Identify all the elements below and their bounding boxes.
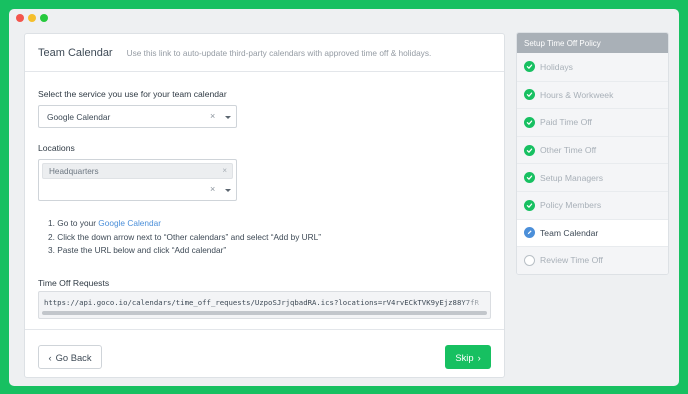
go-back-label: Go Back (55, 351, 92, 363)
card-header: Team Calendar Use this link to auto-upda… (25, 34, 504, 72)
card-title: Team Calendar (38, 46, 113, 59)
sidebar-item-holidays[interactable]: Holidays (517, 53, 668, 81)
calendar-url-text[interactable]: https://api.goco.io/calendars/time_off_r… (44, 298, 479, 307)
sidebar-item-setup-managers[interactable]: Setup Managers (517, 163, 668, 191)
close-window-button[interactable] (16, 14, 24, 22)
sidebar-item-policy-members[interactable]: Policy Members (517, 190, 668, 219)
check-circle-icon (524, 199, 535, 211)
app-window: Team Calendar Use this link to auto-upda… (9, 9, 679, 386)
sidebar-item-review-time-off[interactable]: Review Time Off (517, 246, 668, 274)
check-circle-icon (524, 89, 535, 101)
location-tag-label: Headquarters (49, 167, 99, 176)
setup-steps-sidebar: Setup Time Off Policy Holidays Hours & Wo… (516, 32, 669, 275)
url-fade (460, 292, 490, 310)
locations-clear-icon[interactable]: × (210, 185, 215, 194)
service-select[interactable]: Google Calendar × (38, 105, 237, 128)
sidebar-item-team-calendar[interactable]: Team Calendar (517, 218, 668, 247)
empty-circle-icon (524, 254, 535, 266)
instruction-step: 3. Paste the URL below and click “Add ca… (48, 245, 227, 255)
sidebar-item-paid-time-off[interactable]: Paid Time Off (517, 108, 668, 136)
chevron-left-icon: ‹ (48, 351, 52, 363)
locations-label: Locations (38, 143, 75, 153)
sidebar-item-label: Policy Members (540, 200, 602, 211)
chevron-down-icon[interactable] (225, 189, 231, 192)
remove-tag-icon[interactable]: × (222, 166, 227, 175)
service-label: Select the service you use for your team… (38, 89, 227, 99)
sidebar-header: Setup Time Off Policy (517, 33, 668, 53)
card-subtitle: Use this link to auto-update third-party… (126, 47, 432, 58)
pencil-icon (524, 227, 535, 239)
skip-label: Skip (455, 351, 474, 363)
team-calendar-card: Team Calendar Use this link to auto-upda… (24, 33, 505, 378)
sidebar-item-label: Review Time Off (540, 255, 603, 266)
service-select-value: Google Calendar (47, 112, 111, 122)
sidebar-item-label: Holidays (540, 61, 573, 72)
check-circle-icon (524, 172, 535, 184)
go-back-button[interactable]: ‹ Go Back (38, 345, 102, 369)
sidebar-item-label: Paid Time Off (540, 117, 592, 128)
sidebar-item-label: Setup Managers (540, 172, 604, 183)
calendar-url-field[interactable]: https://api.goco.io/calendars/time_off_r… (38, 291, 491, 319)
sidebar-item-label: Team Calendar (540, 227, 599, 238)
check-circle-icon (524, 116, 535, 128)
service-clear-icon[interactable]: × (210, 112, 215, 121)
chevron-right-icon: › (477, 351, 481, 363)
instruction-step: 1. Go to your Google Calendar (48, 218, 162, 228)
maximize-window-button[interactable] (40, 14, 48, 22)
check-circle-icon (524, 61, 535, 73)
sidebar-item-hours-workweek[interactable]: Hours & Workweek (517, 80, 668, 109)
instructions-list: 1. Go to your Google Calendar 2. Click t… (48, 217, 321, 258)
time-off-requests-label: Time Off Requests (38, 278, 110, 288)
instruction-step: 2. Click the down arrow next to “Other c… (48, 231, 322, 242)
sidebar-item-label: Hours & Workweek (540, 89, 614, 100)
google-calendar-link[interactable]: Google Calendar (98, 218, 161, 228)
minimize-window-button[interactable] (28, 14, 36, 22)
card-footer: ‹ Go Back Skip › (25, 329, 504, 379)
sidebar-item-label: Other Time Off (540, 145, 597, 156)
chevron-down-icon[interactable] (225, 116, 231, 119)
location-tag: Headquarters × (42, 163, 233, 179)
skip-button[interactable]: Skip › (445, 345, 491, 369)
sidebar-item-other-time-off[interactable]: Other Time Off (517, 135, 668, 164)
horizontal-scrollbar[interactable] (42, 311, 487, 315)
window-titlebar (9, 9, 679, 27)
check-circle-icon (524, 144, 535, 156)
locations-multiselect[interactable]: Headquarters × × (38, 159, 237, 201)
